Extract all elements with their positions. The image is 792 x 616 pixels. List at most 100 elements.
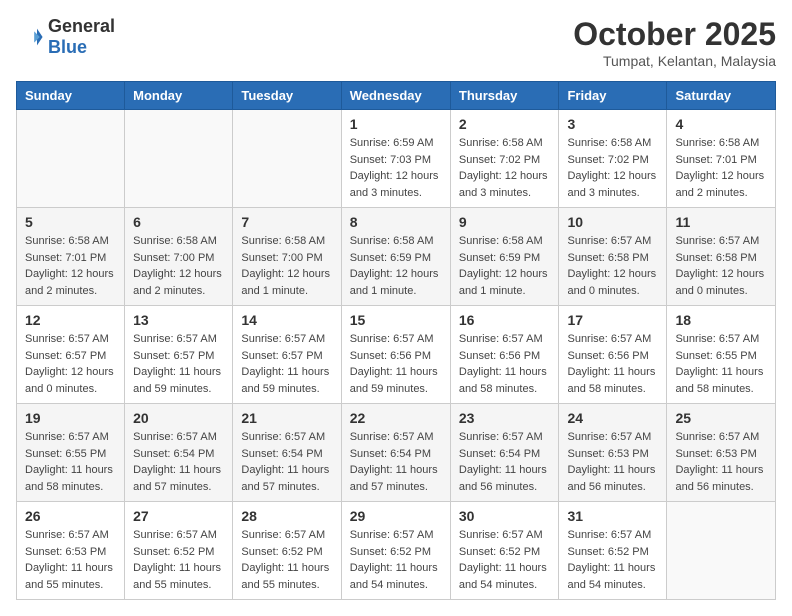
day-info: Sunrise: 6:57 AM Sunset: 6:56 PM Dayligh… — [567, 331, 658, 397]
calendar-day-cell: 3 Sunrise: 6:58 AM Sunset: 7:02 PM Daylig… — [559, 110, 667, 208]
calendar-week-row: 19 Sunrise: 6:57 AM Sunset: 6:55 PM Dayli… — [17, 404, 776, 502]
day-info: Sunrise: 6:57 AM Sunset: 6:57 PM Dayligh… — [133, 331, 224, 397]
calendar-day-cell: 8 Sunrise: 6:58 AM Sunset: 6:59 PM Daylig… — [341, 208, 450, 306]
day-info: Sunrise: 6:58 AM Sunset: 7:00 PM Dayligh… — [133, 233, 224, 299]
calendar-day-cell: 22Sunrise: 6:57 AM Sunset: 6:54 PM Dayli… — [341, 404, 450, 502]
calendar-day-cell: 4Sunrise: 6:58 AM Sunset: 7:01 PM Daylig… — [667, 110, 776, 208]
day-number: 29 — [350, 508, 442, 524]
day-number: 6 — [133, 214, 224, 230]
day-number: 12 — [25, 312, 116, 328]
title-area: October 2025 Tumpat, Kelantan, Malaysia — [573, 16, 776, 69]
calendar-header-row: SundayMondayTuesdayWednesdayThursdayFrid… — [17, 82, 776, 110]
day-number: 31 — [567, 508, 658, 524]
calendar-day-cell: 14 Sunrise: 6:57 AM Sunset: 6:57 PM Dayli… — [233, 306, 341, 404]
calendar-day-cell: 31 Sunrise: 6:57 AM Sunset: 6:52 PM Dayli… — [559, 502, 667, 600]
calendar-day-cell: 28 Sunrise: 6:57 AM Sunset: 6:52 PM Dayli… — [233, 502, 341, 600]
day-info: Sunrise: 6:57 AM Sunset: 6:52 PM Dayligh… — [241, 527, 332, 593]
calendar-day-cell: 13 Sunrise: 6:57 AM Sunset: 6:57 PM Dayli… — [125, 306, 233, 404]
logo-blue-text: Blue — [48, 37, 87, 57]
day-number: 22 — [350, 410, 442, 426]
logo-general-text: General — [48, 16, 115, 36]
calendar-week-row: 26 Sunrise: 6:57 AM Sunset: 6:53 PM Dayli… — [17, 502, 776, 600]
day-info: Sunrise: 6:57 AM Sunset: 6:55 PM Dayligh… — [25, 429, 116, 495]
calendar-day-cell — [125, 110, 233, 208]
calendar-col-header: Friday — [559, 82, 667, 110]
calendar-day-cell: 2 Sunrise: 6:58 AM Sunset: 7:02 PM Daylig… — [450, 110, 559, 208]
calendar-day-cell: 19 Sunrise: 6:57 AM Sunset: 6:55 PM Dayli… — [17, 404, 125, 502]
calendar-day-cell: 12 Sunrise: 6:57 AM Sunset: 6:57 PM Dayli… — [17, 306, 125, 404]
day-number: 2 — [459, 116, 551, 132]
calendar-day-cell: 21 Sunrise: 6:57 AM Sunset: 6:54 PM Dayli… — [233, 404, 341, 502]
calendar-week-row: 12 Sunrise: 6:57 AM Sunset: 6:57 PM Dayli… — [17, 306, 776, 404]
day-number: 10 — [567, 214, 658, 230]
day-info: Sunrise: 6:57 AM Sunset: 6:53 PM Dayligh… — [567, 429, 658, 495]
day-info: Sunrise: 6:57 AM Sunset: 6:53 PM Dayligh… — [25, 527, 116, 593]
day-info: Sunrise: 6:58 AM Sunset: 7:02 PM Dayligh… — [567, 135, 658, 201]
day-info: Sunrise: 6:58 AM Sunset: 7:02 PM Dayligh… — [459, 135, 551, 201]
day-number: 14 — [241, 312, 332, 328]
day-info: Sunrise: 6:57 AM Sunset: 6:55 PM Dayligh… — [675, 331, 767, 397]
calendar-day-cell: 10 Sunrise: 6:57 AM Sunset: 6:58 PM Dayli… — [559, 208, 667, 306]
calendar-col-header: Saturday — [667, 82, 776, 110]
calendar-day-cell — [17, 110, 125, 208]
day-number: 18 — [675, 312, 767, 328]
day-info: Sunrise: 6:58 AM Sunset: 7:01 PM Dayligh… — [25, 233, 116, 299]
calendar-col-header: Wednesday — [341, 82, 450, 110]
day-number: 8 — [350, 214, 442, 230]
day-number: 28 — [241, 508, 332, 524]
day-number: 13 — [133, 312, 224, 328]
day-number: 27 — [133, 508, 224, 524]
day-info: Sunrise: 6:58 AM Sunset: 7:01 PM Dayligh… — [675, 135, 767, 201]
day-number: 23 — [459, 410, 551, 426]
calendar-col-header: Sunday — [17, 82, 125, 110]
day-info: Sunrise: 6:57 AM Sunset: 6:54 PM Dayligh… — [459, 429, 551, 495]
day-info: Sunrise: 6:57 AM Sunset: 6:52 PM Dayligh… — [567, 527, 658, 593]
day-info: Sunrise: 6:57 AM Sunset: 6:58 PM Dayligh… — [567, 233, 658, 299]
day-info: Sunrise: 6:57 AM Sunset: 6:52 PM Dayligh… — [133, 527, 224, 593]
calendar-day-cell: 6 Sunrise: 6:58 AM Sunset: 7:00 PM Daylig… — [125, 208, 233, 306]
day-info: Sunrise: 6:59 AM Sunset: 7:03 PM Dayligh… — [350, 135, 442, 201]
calendar-table: SundayMondayTuesdayWednesdayThursdayFrid… — [16, 81, 776, 600]
calendar-day-cell — [667, 502, 776, 600]
calendar-day-cell: 9Sunrise: 6:58 AM Sunset: 6:59 PM Daylig… — [450, 208, 559, 306]
calendar-day-cell: 5 Sunrise: 6:58 AM Sunset: 7:01 PM Daylig… — [17, 208, 125, 306]
day-info: Sunrise: 6:58 AM Sunset: 6:59 PM Dayligh… — [350, 233, 442, 299]
page-subtitle: Tumpat, Kelantan, Malaysia — [573, 53, 776, 69]
day-info: Sunrise: 6:57 AM Sunset: 6:57 PM Dayligh… — [25, 331, 116, 397]
calendar-day-cell: 11Sunrise: 6:57 AM Sunset: 6:58 PM Dayli… — [667, 208, 776, 306]
day-info: Sunrise: 6:57 AM Sunset: 6:54 PM Dayligh… — [241, 429, 332, 495]
day-number: 1 — [350, 116, 442, 132]
day-number: 5 — [25, 214, 116, 230]
calendar-day-cell: 1 Sunrise: 6:59 AM Sunset: 7:03 PM Daylig… — [341, 110, 450, 208]
calendar-week-row: 1 Sunrise: 6:59 AM Sunset: 7:03 PM Daylig… — [17, 110, 776, 208]
calendar-week-row: 5 Sunrise: 6:58 AM Sunset: 7:01 PM Daylig… — [17, 208, 776, 306]
day-number: 19 — [25, 410, 116, 426]
day-number: 21 — [241, 410, 332, 426]
day-info: Sunrise: 6:57 AM Sunset: 6:52 PM Dayligh… — [459, 527, 551, 593]
day-info: Sunrise: 6:57 AM Sunset: 6:56 PM Dayligh… — [459, 331, 551, 397]
calendar-col-header: Tuesday — [233, 82, 341, 110]
day-number: 11 — [675, 214, 767, 230]
day-info: Sunrise: 6:57 AM Sunset: 6:54 PM Dayligh… — [133, 429, 224, 495]
logo-icon — [16, 23, 44, 51]
day-number: 3 — [567, 116, 658, 132]
calendar-day-cell: 16 Sunrise: 6:57 AM Sunset: 6:56 PM Dayli… — [450, 306, 559, 404]
day-info: Sunrise: 6:57 AM Sunset: 6:57 PM Dayligh… — [241, 331, 332, 397]
page-title: October 2025 — [573, 16, 776, 53]
calendar-day-cell: 7Sunrise: 6:58 AM Sunset: 7:00 PM Daylig… — [233, 208, 341, 306]
calendar-day-cell: 24Sunrise: 6:57 AM Sunset: 6:53 PM Dayli… — [559, 404, 667, 502]
calendar-day-cell: 20Sunrise: 6:57 AM Sunset: 6:54 PM Dayli… — [125, 404, 233, 502]
day-info: Sunrise: 6:58 AM Sunset: 6:59 PM Dayligh… — [459, 233, 551, 299]
calendar-day-cell: 29 Sunrise: 6:57 AM Sunset: 6:52 PM Dayli… — [341, 502, 450, 600]
day-number: 7 — [241, 214, 332, 230]
day-number: 26 — [25, 508, 116, 524]
logo: General Blue — [16, 16, 115, 58]
day-number: 30 — [459, 508, 551, 524]
calendar-col-header: Thursday — [450, 82, 559, 110]
day-info: Sunrise: 6:57 AM Sunset: 6:52 PM Dayligh… — [350, 527, 442, 593]
day-number: 17 — [567, 312, 658, 328]
day-info: Sunrise: 6:57 AM Sunset: 6:53 PM Dayligh… — [675, 429, 767, 495]
calendar-day-cell: 30 Sunrise: 6:57 AM Sunset: 6:52 PM Dayli… — [450, 502, 559, 600]
day-number: 16 — [459, 312, 551, 328]
calendar-day-cell: 18 Sunrise: 6:57 AM Sunset: 6:55 PM Dayli… — [667, 306, 776, 404]
